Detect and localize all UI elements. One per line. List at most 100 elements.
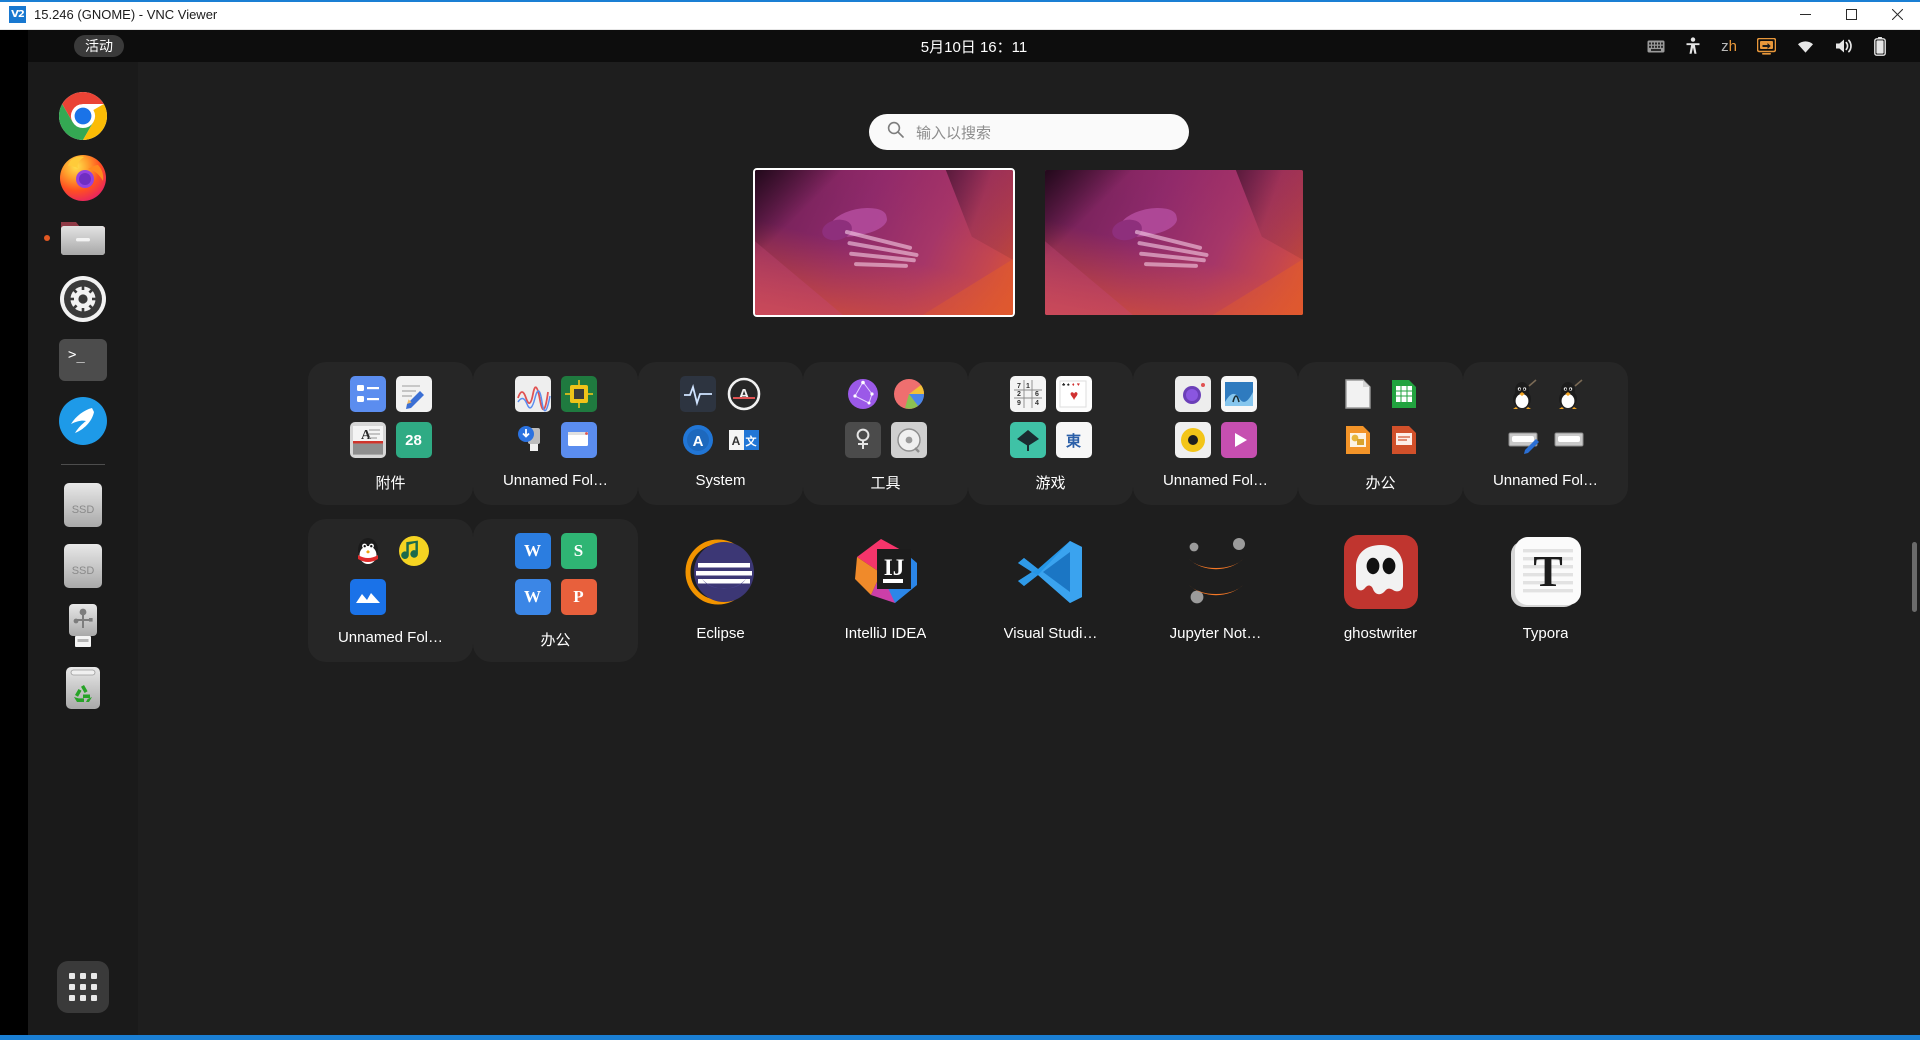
search-input[interactable]: 输入以搜索 <box>869 114 1189 150</box>
screen-share-icon[interactable] <box>1757 37 1776 55</box>
svg-text:6: 6 <box>1035 391 1039 398</box>
accessibility-icon[interactable] <box>1685 37 1701 55</box>
window-title: 15.246 (GNOME) - VNC Viewer <box>34 7 218 22</box>
wps-word-icon: W <box>514 579 551 615</box>
search-placeholder: 输入以搜索 <box>916 124 992 142</box>
folder-preview-icons <box>514 376 597 458</box>
folder-preview-icons: A 28 <box>349 376 432 458</box>
folder-preview-icons <box>844 376 927 458</box>
folder-tools[interactable]: 工具 <box>803 362 968 505</box>
folder-preview-icons: 71 26 94 ♣ ♠ ♦ ♥ ♥ 東 <box>1009 376 1092 458</box>
folder-preview-icons <box>1505 376 1587 458</box>
qq-icon <box>350 533 386 569</box>
dock-item-trash[interactable] <box>57 662 109 714</box>
app-label: IntelliJ IDEA <box>844 625 927 642</box>
remote-desktop-canvas[interactable]: 活动 5月10日 16：11 zh >_ SSD SSD 输入以搜索 A 28 … <box>0 30 1920 1035</box>
tux-icon <box>1551 376 1587 412</box>
minimize-button[interactable] <box>1782 0 1828 30</box>
dock-item-firefox[interactable] <box>57 151 109 203</box>
svg-text:SSD: SSD <box>72 565 95 577</box>
activities-overview: 输入以搜索 A 28 附件 Unnamed Fol… A A A 文 Syste… <box>138 62 1920 1035</box>
app-typora[interactable]: T Typora <box>1463 519 1628 662</box>
svg-text:T: T <box>1533 547 1562 596</box>
ghostwriter-icon <box>1342 533 1420 611</box>
maximize-button[interactable] <box>1828 0 1874 30</box>
overview-scrollbar[interactable] <box>1912 542 1917 612</box>
folder-system[interactable]: A A A 文 System <box>638 362 803 505</box>
workspace-thumbnail-1[interactable] <box>753 168 1015 317</box>
system-status-area[interactable]: zh <box>1647 36 1886 56</box>
mines-icon <box>1009 422 1046 458</box>
activities-button[interactable]: 活动 <box>74 35 124 57</box>
vnc-viewer-window: V2 15.246 (GNOME) - VNC Viewer 活动 5月10日 … <box>0 0 1920 1040</box>
svg-text:2: 2 <box>1017 391 1021 398</box>
wps-presentation-icon: P <box>560 579 597 615</box>
folder-accessories[interactable]: A 28 附件 <box>308 362 473 505</box>
grid-dot <box>91 973 97 979</box>
search-icon <box>887 121 904 143</box>
dock-item-mail[interactable] <box>57 395 109 447</box>
language-indicator[interactable]: zh <box>1721 38 1737 55</box>
window-controls <box>1782 0 1920 30</box>
dock: >_ SSD SSD <box>28 62 138 1035</box>
libreoffice-draw-icon <box>1340 422 1376 458</box>
folder-label: Unnamed Fol… <box>337 629 444 646</box>
dock-item-ssd-1[interactable]: SSD <box>57 479 109 531</box>
qq-music-icon <box>396 533 432 569</box>
letterbox-left <box>0 30 28 1035</box>
disks-icon <box>890 422 927 458</box>
app-intellij-idea[interactable]: IJ IntelliJ IDEA <box>803 519 968 662</box>
dock-item-usb[interactable] <box>57 601 109 653</box>
system-monitor-icon <box>514 376 551 412</box>
svg-text:文: 文 <box>745 434 757 448</box>
wifi-icon[interactable] <box>1796 39 1815 54</box>
dock-item-chrome[interactable] <box>57 90 109 142</box>
app-eclipse[interactable]: Eclipse <box>638 519 803 662</box>
keyboard-icon[interactable] <box>1647 40 1665 53</box>
battery-icon[interactable] <box>1874 36 1886 56</box>
app-ghostwriter[interactable]: ghostwriter <box>1298 519 1463 662</box>
folder-unnamed-2[interactable]: Unnamed Fol… <box>1133 362 1298 505</box>
sudoku-icon: 71 2 6 9 4 <box>1009 376 1046 412</box>
clock[interactable]: 5月10日 16：11 <box>28 36 1920 57</box>
eclipse-icon <box>682 533 760 611</box>
disk-usage-icon <box>891 376 927 412</box>
window-titlebar: V2 15.246 (GNOME) - VNC Viewer <box>0 0 1920 30</box>
app-label: Visual Studi… <box>1003 625 1098 642</box>
folder-games[interactable]: 71 26 94 ♣ ♠ ♦ ♥ ♥ 東 游戏 <box>968 362 1133 505</box>
libreoffice-impress-icon <box>1386 422 1422 458</box>
app-visual-studio-code[interactable]: Visual Studi… <box>968 519 1133 662</box>
folder-office-wps[interactable]: W S W P 办公 <box>473 519 638 662</box>
grid-dot <box>80 973 86 979</box>
app-label: Jupyter Not… <box>1169 625 1262 642</box>
show-applications-button[interactable] <box>57 961 109 1013</box>
folder-preview-icons <box>1174 376 1257 458</box>
software-updater-icon: A <box>726 376 762 412</box>
jupyter-notebook-icon <box>1177 533 1255 611</box>
grid-dot <box>80 995 86 1001</box>
folder-label: System <box>695 472 746 489</box>
wallpaper-jellyfish <box>1045 170 1303 315</box>
folder-office-libre[interactable]: 办公 <box>1298 362 1463 505</box>
volume-icon[interactable] <box>1835 38 1854 54</box>
monitor-graph-icon <box>679 376 716 412</box>
folder-unnamed-3[interactable]: Unnamed Fol… <box>1463 362 1628 505</box>
input-field-icon <box>1551 422 1587 458</box>
software-center-icon: A <box>680 422 716 458</box>
dock-item-ssd-2[interactable]: SSD <box>57 540 109 592</box>
dock-item-terminal[interactable]: >_ <box>57 334 109 386</box>
app-grid-row-2: Unnamed Fol… W S W P 办公 Eclipse IJ Intel… <box>138 519 1920 662</box>
folder-unnamed-1[interactable]: Unnamed Fol… <box>473 362 638 505</box>
folder-unnamed-4[interactable]: Unnamed Fol… <box>308 519 473 662</box>
folder-preview-icons: A A A 文 <box>679 376 762 458</box>
text-editor-icon <box>395 376 432 412</box>
app-label: Eclipse <box>696 625 745 642</box>
dock-item-files[interactable] <box>44 212 109 264</box>
dock-item-settings[interactable] <box>57 273 109 325</box>
audio-player-icon <box>1174 422 1211 458</box>
workspace-thumbnail-2[interactable] <box>1045 170 1303 315</box>
svg-text:1: 1 <box>1026 383 1030 390</box>
close-button[interactable] <box>1874 0 1920 30</box>
folder-label: Unnamed Fol… <box>502 472 609 489</box>
app-jupyter-notebook[interactable]: Jupyter Not… <box>1133 519 1298 662</box>
